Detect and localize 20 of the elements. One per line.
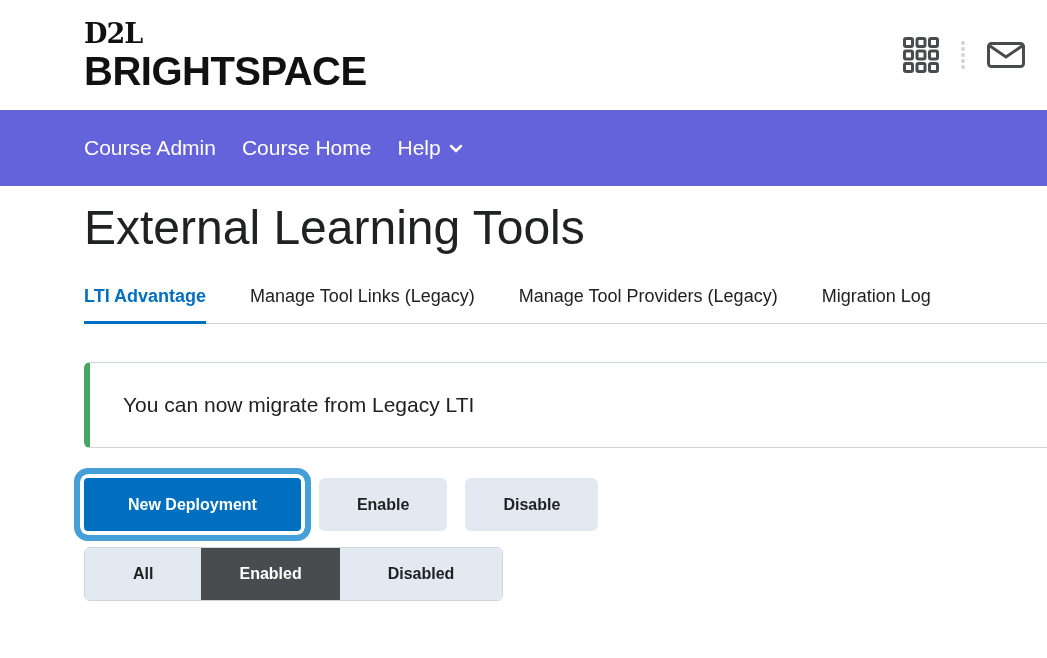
tab[interactable]: Manage Tool Providers (Legacy)	[518, 286, 778, 324]
filter-button[interactable]: Disabled	[339, 548, 503, 600]
logo-text: D2L	[84, 19, 144, 49]
tab[interactable]: Migration Log	[821, 286, 931, 324]
action-button[interactable]: Disable	[465, 478, 599, 531]
separator-dots-icon	[961, 40, 965, 70]
primary-button[interactable]: New Deployment	[74, 468, 311, 541]
tab[interactable]: Manage Tool Links (Legacy)	[250, 286, 475, 324]
filter-button[interactable]: All	[85, 548, 202, 600]
filter-button[interactable]: Enabled	[201, 548, 340, 600]
app-grid-icon[interactable]	[903, 37, 939, 73]
nav-link[interactable]: Help	[397, 136, 463, 160]
action-button[interactable]: Enable	[318, 478, 448, 531]
alert-message: You can now migrate from Legacy LTI	[84, 362, 1047, 448]
mail-icon[interactable]	[987, 42, 1025, 68]
tab[interactable]: LTI Advantage	[84, 286, 206, 324]
nav-link[interactable]: Course Admin	[84, 136, 216, 160]
page-title: External Learning Tools	[84, 200, 586, 256]
logo-wordmark: BRIGHTSPACE	[84, 51, 367, 91]
nav-link[interactable]: Course Home	[241, 136, 372, 160]
